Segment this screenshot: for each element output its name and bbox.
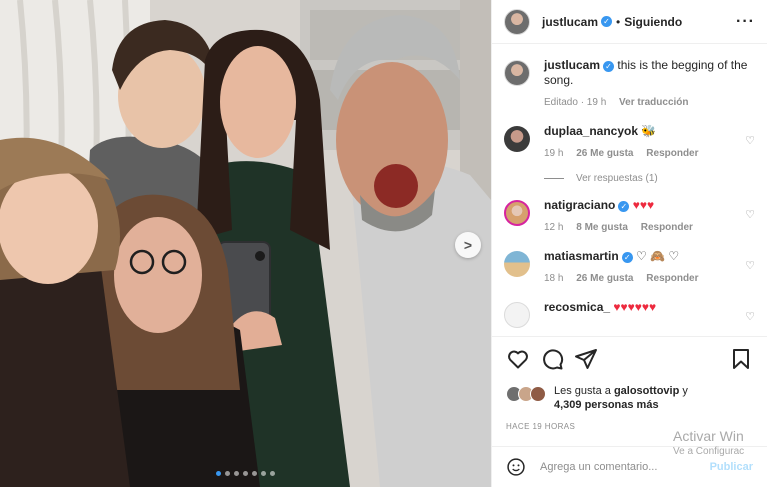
author-avatar[interactable]: [504, 8, 530, 35]
reply-button[interactable]: Responder: [641, 222, 693, 233]
reply-button[interactable]: Responder: [646, 148, 698, 159]
comment-text: ♡ 🙈 ♡: [636, 249, 680, 263]
comment-time: 18 h: [544, 273, 564, 284]
heart-outline-icon[interactable]: ♡: [745, 310, 755, 323]
comment-item: matiasmartin ✓ ♡ 🙈 ♡ 18 h 26 Me gusta Res…: [504, 249, 755, 286]
carousel-dot: [252, 471, 257, 476]
follow-status-button[interactable]: Siguiendo: [624, 15, 682, 29]
caption-username[interactable]: justlucam: [544, 58, 600, 72]
carousel-dot: [243, 471, 248, 476]
carousel-dot: [234, 471, 239, 476]
share-paper-plane-icon[interactable]: [574, 347, 598, 371]
carousel-dot: [270, 471, 275, 476]
caption: justlucam ✓ this is the begging of the so…: [504, 58, 755, 110]
liker-username[interactable]: galosottovip: [614, 385, 679, 397]
heart-outline-icon[interactable]: ♡: [745, 208, 755, 221]
comment-likes[interactable]: 26 Me gusta: [576, 148, 633, 159]
replies-line: [544, 178, 564, 179]
heart-outline-icon[interactable]: ♡: [745, 259, 755, 272]
emoji-icon[interactable]: [506, 457, 526, 477]
watermark-subtitle: Ve a Configurac: [673, 446, 745, 457]
comment-item: recosmica_ ♥♥♥♥♥♥ ♡: [504, 300, 755, 328]
chevron-right-icon: >: [463, 237, 473, 253]
comment-username[interactable]: natigraciano: [544, 198, 615, 212]
verified-badge-icon: ✓: [618, 201, 630, 212]
save-bookmark-icon[interactable]: [729, 347, 753, 371]
publish-button[interactable]: Publicar: [710, 461, 753, 473]
comment-item: duplaa_nancyok 🐝 19 h 26 Me gusta Respon…: [504, 124, 755, 161]
likes-and: y: [682, 385, 688, 397]
verified-badge-icon: ✓: [601, 16, 613, 27]
commenter-avatar[interactable]: [504, 302, 530, 328]
carousel-dot: [261, 471, 266, 476]
post-actions: [492, 336, 767, 380]
view-replies-label: Ver respuestas (1): [576, 173, 658, 184]
liker-avatar: [530, 386, 546, 402]
carousel-dot: [216, 471, 221, 476]
post-timestamp[interactable]: HACE 19 HORAS: [506, 422, 575, 431]
view-replies[interactable]: Ver respuestas (1): [544, 173, 755, 184]
header-separator: •: [616, 14, 621, 29]
comments-list[interactable]: justlucam ✓ this is the begging of the so…: [492, 44, 767, 336]
comment-username[interactable]: matiasmartin: [544, 249, 619, 263]
author-username[interactable]: justlucam: [542, 15, 598, 29]
comment-text: ♥♥♥: [632, 198, 655, 212]
family-selfie-image: [0, 0, 491, 487]
carousel-indicator: [0, 471, 491, 476]
more-horizontal-icon[interactable]: ···: [736, 13, 755, 31]
reply-button[interactable]: Responder: [646, 273, 698, 284]
comment-username[interactable]: recosmica_: [544, 300, 610, 314]
comment-text: 🐝: [641, 124, 657, 138]
comment-time: 12 h: [544, 222, 564, 233]
os-activation-watermark: Activar Win Ve a Configurac: [673, 428, 765, 457]
liker-avatars[interactable]: [506, 386, 546, 402]
comment-text: ♥♥♥♥♥♥: [613, 300, 657, 314]
caption-edited: Editado · 19 h: [544, 97, 607, 108]
comment-likes[interactable]: 26 Me gusta: [576, 273, 633, 284]
verified-badge-icon: ✓: [621, 252, 633, 263]
post-side-panel: justlucam ✓ • Siguiendo ··· justlucam ✓ t…: [491, 0, 767, 487]
likes-others[interactable]: 4,309 personas más: [554, 399, 659, 411]
likes-prefix: Les gusta a: [554, 385, 611, 397]
heart-outline-icon[interactable]: ♡: [745, 134, 755, 147]
verified-badge-icon: ✓: [603, 61, 615, 72]
comment-input[interactable]: Agrega un comentario...: [540, 461, 657, 473]
comment-likes[interactable]: 8 Me gusta: [576, 222, 628, 233]
commenter-avatar[interactable]: [504, 126, 530, 152]
like-heart-icon[interactable]: [506, 347, 530, 371]
commenter-avatar[interactable]: [504, 251, 530, 277]
likes-summary: Les gusta a galosottovip y 4,309 persona…: [506, 384, 755, 412]
next-image-button[interactable]: >: [455, 232, 481, 258]
post-header: justlucam ✓ • Siguiendo ···: [492, 0, 767, 44]
translate-link[interactable]: Ver traducción: [619, 97, 688, 108]
commenter-avatar[interactable]: [504, 200, 530, 226]
author-avatar[interactable]: [504, 60, 530, 86]
watermark-title: Activar Win: [673, 428, 744, 444]
carousel-dot: [225, 471, 230, 476]
post-photo[interactable]: >: [0, 0, 491, 487]
comment-username[interactable]: duplaa_nancyok: [544, 124, 638, 138]
comment-item: natigraciano ✓ ♥♥♥ 12 h 8 Me gusta Respon…: [504, 198, 755, 235]
comment-time: 19 h: [544, 148, 564, 159]
comment-bubble-icon[interactable]: [540, 347, 564, 371]
